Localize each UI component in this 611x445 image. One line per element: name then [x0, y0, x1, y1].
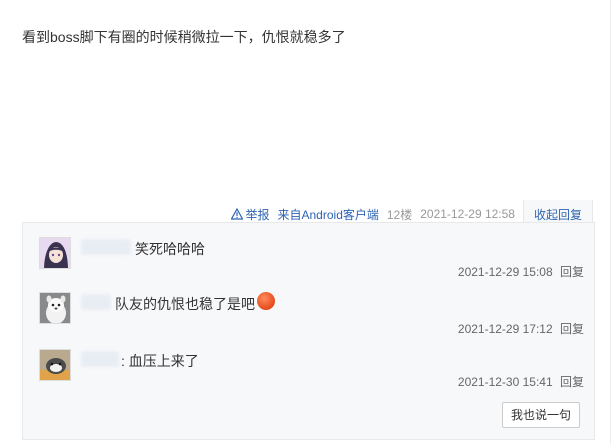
- report-label: 举报: [245, 207, 270, 222]
- reply-button[interactable]: 回复: [560, 375, 584, 389]
- post-time: 2021-12-29 12:58: [420, 207, 515, 221]
- reply-text: : 血压上来了: [121, 353, 199, 369]
- reply-text: 笑死哈哈哈: [135, 241, 205, 257]
- reply-time: 2021-12-29 17:12: [457, 322, 553, 336]
- post-content: 看到boss脚下有圈的时候稍微拉一下，仇恨就稳多了: [22, 29, 346, 45]
- reply-time: 2021-12-29 15:08: [457, 265, 553, 279]
- reply-content: 队友的仇恨也稳了是吧: [115, 292, 275, 314]
- reply-meta: 2021-12-29 15:08 回复: [458, 263, 584, 280]
- avatar[interactable]: [39, 292, 71, 324]
- reply-content: 笑死哈哈哈: [135, 239, 205, 259]
- reply-button[interactable]: 回复: [560, 265, 584, 279]
- reply-button[interactable]: 回复: [560, 322, 584, 336]
- warning-icon: [231, 208, 244, 220]
- reply-time: 2021-12-30 15:41: [457, 375, 553, 389]
- blurred-username[interactable]: [81, 351, 119, 367]
- avatar[interactable]: [39, 237, 71, 269]
- floor-number: 12楼: [386, 207, 413, 222]
- reply-meta: 2021-12-29 17:12 回复: [458, 320, 584, 337]
- blurred-username[interactable]: [81, 239, 131, 255]
- add-reply-button[interactable]: 我也说一句: [501, 402, 580, 428]
- reply-meta: 2021-12-30 15:41 回复: [458, 373, 584, 390]
- reply-content: : 血压上来了: [121, 351, 199, 371]
- client-source[interactable]: 来自Android客户端: [278, 206, 379, 223]
- report-link[interactable]: 举报: [231, 206, 270, 223]
- reply-text: 队友的仇恨也稳了是吧: [115, 296, 255, 312]
- emoji-icon: [257, 292, 275, 310]
- reply-panel: 笑死哈哈哈 2021-12-29 15:08 回复 队友的仇恨也稳了是吧 202…: [22, 222, 595, 440]
- blurred-username[interactable]: [81, 294, 111, 310]
- avatar[interactable]: [39, 349, 71, 381]
